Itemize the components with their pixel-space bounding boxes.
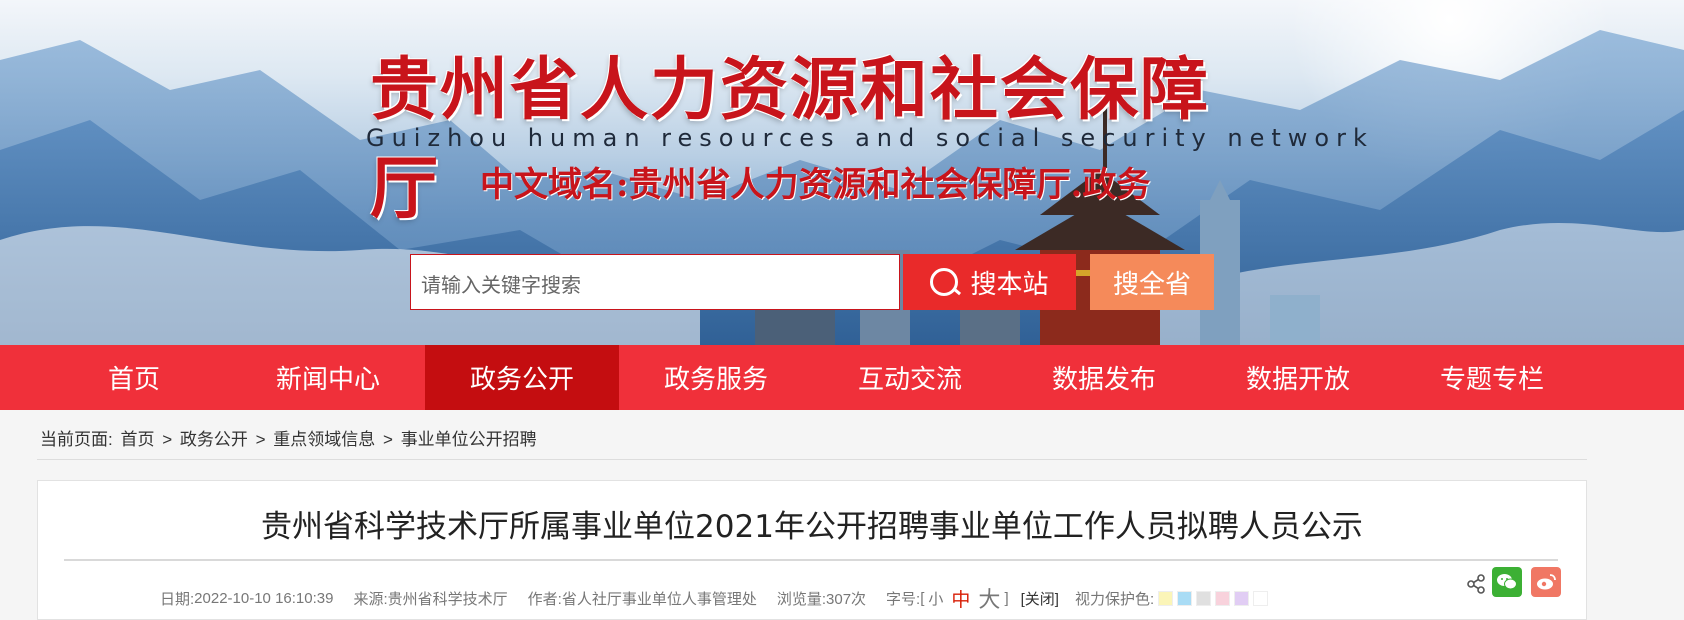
source-label: 来源: [353,590,388,608]
nav-item-interaction[interactable]: 互动交流 [813,345,1007,410]
wechat-icon [1497,574,1517,590]
breadcrumb-recruitment[interactable]: 事业单位公开招聘 [401,430,537,449]
eye-color-swatch[interactable] [1253,590,1269,606]
nav-item-gov-services[interactable]: 政务服务 [619,345,813,410]
header-banner: 贵州省人力资源和社会保障厅 Guizhou human resources an… [0,0,1684,345]
site-subtitle: Guizhou human resources and social secur… [366,124,1374,152]
date-label: 日期: [160,590,195,608]
article-title-divider [64,559,1558,561]
article-title: 贵州省科学技术厅所属事业单位2021年公开招聘事业单位工作人员拟聘人员公示 [261,509,1363,545]
breadcrumb-separator: > [383,430,393,449]
nav-item-special-topics[interactable]: 专题专栏 [1395,345,1589,410]
article-date: 2022-10-10 16:10:39 [194,589,334,607]
eye-color-swatch[interactable] [1234,590,1250,606]
search-icon [930,268,959,296]
views-label: 浏览量: [776,590,827,608]
search-input[interactable]: 请输入关键字搜索 [410,254,900,310]
article-views: 307次 [826,590,867,608]
close-link[interactable]: [关闭] [1021,588,1059,609]
font-bracket-close: ] [1004,589,1009,607]
nav-item-data-open[interactable]: 数据开放 [1201,345,1395,410]
nav-item-home[interactable]: 首页 [37,345,231,410]
breadcrumb-separator: > [162,430,173,449]
article-panel: 贵州省科学技术厅所属事业单位2021年公开招聘事业单位工作人员拟聘人员公示 日期… [37,480,1587,620]
nav-item-gov-affairs[interactable]: 政务公开 [425,345,619,410]
main-nav: 首页 新闻中心 政务公开 政务服务 互动交流 数据发布 数据开放 专题专栏 [0,345,1684,410]
nav-item-news[interactable]: 新闻中心 [231,345,425,410]
breadcrumb-prefix: 当前页面: [40,430,113,449]
weibo-share-button[interactable] [1531,567,1561,597]
breadcrumb-key-areas[interactable]: 重点领域信息 [273,430,375,449]
font-size-medium[interactable]: 中 [947,585,974,612]
wechat-share-button[interactable] [1492,567,1522,597]
article-author: 省人社厅事业单位人事管理处 [561,590,757,608]
search-province-button[interactable]: 搜全省 [1090,254,1214,310]
weibo-icon [1537,574,1556,590]
breadcrumb: 当前页面: 首页 > 政务公开 > 重点领域信息 > 事业单位公开招聘 [37,425,537,450]
breadcrumb-divider [37,459,1587,460]
eye-protection-label: 视力保护色: [1074,590,1155,608]
eye-color-swatch[interactable] [1177,590,1193,606]
article-source: 贵州省科学技术厅 [387,590,508,608]
author-label: 作者: [527,590,562,608]
search-site-button[interactable]: 搜本站 [903,254,1076,310]
breadcrumb-separator: > [255,430,266,449]
eye-color-swatch[interactable] [1196,590,1212,606]
search-site-label: 搜本站 [970,269,1049,300]
eye-color-swatch[interactable] [1158,590,1174,606]
font-size-label: 字号: [886,590,921,608]
breadcrumb-gov-affairs[interactable]: 政务公开 [180,430,248,449]
breadcrumb-home[interactable]: 首页 [120,430,154,449]
article-meta: 日期: 2022-10-10 16:10:39 来源: 贵州省科学技术厅 作者:… [160,582,1269,614]
font-size-small[interactable]: 小 [924,588,947,609]
site-domain-name: 中文域名:贵州省人力资源和社会保障厅.政务 [480,165,1151,205]
share-icon[interactable] [1465,573,1487,595]
eye-color-swatch[interactable] [1215,590,1231,606]
nav-item-data-release[interactable]: 数据发布 [1007,345,1201,410]
font-size-large[interactable]: 大 [974,582,1004,614]
